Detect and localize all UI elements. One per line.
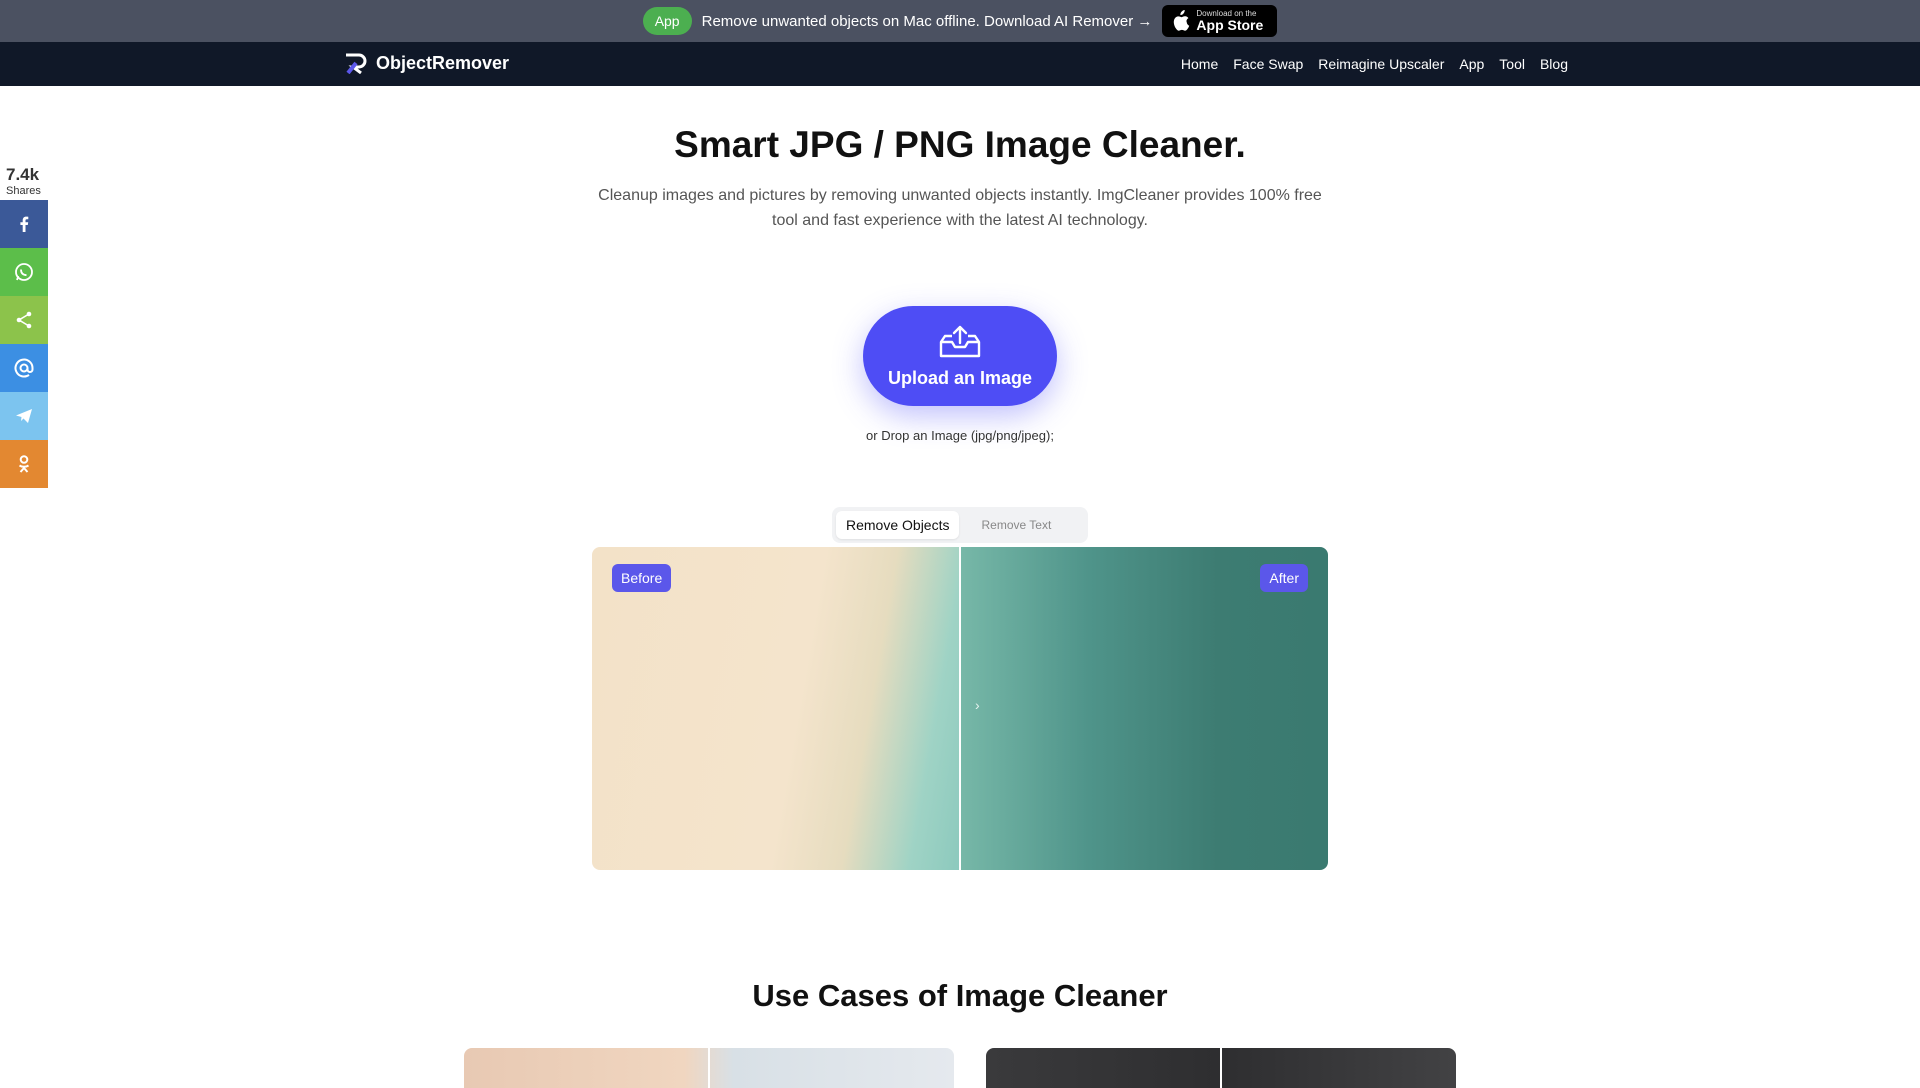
top-nav: ObjectRemover Home Face Swap Reimagine U… (0, 42, 1920, 86)
share-button[interactable] (0, 296, 48, 344)
nav-item-home[interactable]: Home (1181, 56, 1218, 72)
at-sign-icon (14, 358, 34, 378)
nav-item-reimagine-upscaler[interactable]: Reimagine Upscaler (1318, 56, 1444, 72)
after-image (960, 547, 1328, 870)
use-case-card[interactable] (986, 1048, 1456, 1088)
upload-icon (939, 325, 981, 357)
share-icon (16, 311, 32, 329)
page-subtitle: Cleanup images and pictures by removing … (598, 187, 1322, 229)
share-count-label: Shares (6, 185, 41, 197)
odnoklassniki-icon (18, 455, 30, 473)
chevron-right-icon: › (975, 697, 980, 713)
appstore-big-text: App Store (1196, 17, 1264, 33)
share-count-number: 7.4k (6, 165, 40, 184)
use-cases-title: Use Cases of Image Cleaner (752, 978, 1168, 1013)
whatsapp-icon (15, 263, 33, 281)
card-divider (1220, 1048, 1222, 1088)
tab-remove-text[interactable]: Remove Text (963, 511, 1069, 539)
facebook-icon (20, 216, 29, 232)
drop-hint: or Drop an Image (jpg/png/jpeg); (866, 428, 1054, 443)
after-badge: After (1260, 564, 1308, 592)
nav-item-tool[interactable]: Tool (1499, 56, 1525, 72)
before-image (592, 547, 960, 870)
comparison-slider-handle[interactable] (959, 547, 961, 870)
share-count: 7.4k Shares (6, 165, 46, 197)
whatsapp-share-button[interactable] (0, 248, 48, 296)
upload-button-label: Upload an Image (887, 367, 1033, 388)
social-share-bar (0, 200, 48, 488)
objectremover-logo-icon (346, 53, 367, 74)
page-title: Smart JPG / PNG Image Cleaner. (674, 124, 1246, 165)
tab-remove-objects[interactable]: Remove Objects (836, 511, 960, 539)
upload-image-button[interactable]: Upload an Image (863, 306, 1057, 406)
nav-item-app[interactable]: App (1459, 56, 1484, 72)
email-share-button[interactable] (0, 344, 48, 392)
telegram-icon (16, 409, 32, 423)
promo-text[interactable]: Remove unwanted objects on Mac offline. … (702, 13, 1153, 30)
app-store-button[interactable]: Download on the App Store (1162, 5, 1278, 37)
card-divider (708, 1048, 710, 1088)
logo-text: ObjectRemover (376, 52, 510, 73)
nav-item-blog[interactable]: Blog (1540, 56, 1568, 72)
use-case-card[interactable] (464, 1048, 954, 1088)
nav-menu: Home Face Swap Reimagine Upscaler App To… (1181, 42, 1568, 86)
promo-banner: App Remove unwanted objects on Mac offli… (0, 0, 1920, 42)
before-badge: Before (612, 564, 672, 592)
logo[interactable]: ObjectRemover (344, 52, 509, 74)
app-pill[interactable]: App (642, 7, 692, 35)
apple-icon (1174, 10, 1190, 31)
mode-tabs: Remove Objects Remove Text (832, 507, 1088, 543)
nav-item-face-swap[interactable]: Face Swap (1233, 56, 1303, 72)
odnoklassniki-share-button[interactable] (0, 440, 48, 488)
before-after-comparison[interactable]: › Before After (592, 547, 1328, 870)
facebook-share-button[interactable] (0, 200, 48, 248)
